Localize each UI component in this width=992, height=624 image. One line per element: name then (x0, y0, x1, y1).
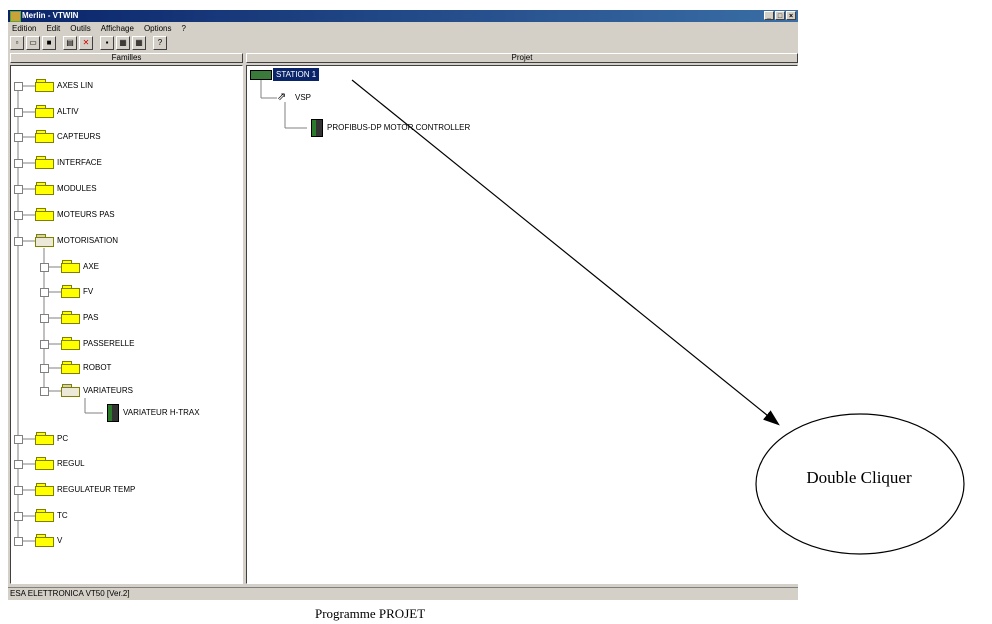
expander-toggle[interactable] (14, 537, 23, 546)
folder-icon (61, 260, 81, 273)
family-tree-pane[interactable]: AXES LIN ALTIV CAPTEURS INTERFACE MODULES MOT… (10, 65, 243, 584)
tree-item-label: VARIATEURS (83, 386, 133, 395)
view1-icon[interactable]: ▦ (116, 36, 130, 50)
new-file-icon[interactable]: ▫ (10, 36, 24, 50)
folder-icon (61, 311, 81, 324)
tree-item-label: MOTORISATION (57, 236, 119, 245)
folder-icon (35, 432, 55, 445)
station-icon (250, 70, 272, 80)
folder-icon (35, 509, 55, 522)
tree-item-label: REGUL (57, 459, 85, 468)
menu-outils[interactable]: Outils (70, 23, 90, 34)
tree-item-label: TC (57, 511, 68, 520)
motor-controller-icon (311, 119, 323, 137)
toolbar: ▫ ▭ ■ ▤ ✕ ▪ ▦ ▦ ? (10, 35, 167, 51)
network-link-icon: ⇗ (277, 91, 287, 103)
view2-icon[interactable]: ▦ (132, 36, 146, 50)
folder-icon (61, 361, 81, 374)
minimize-button[interactable]: _ (764, 11, 774, 20)
tree-item-label: AXE (83, 262, 100, 271)
folder-icon (35, 156, 55, 169)
menu-bar: Edition Edit Outils Affichage Options ? (8, 23, 186, 34)
floppy-icon[interactable]: ▪ (100, 36, 114, 50)
open-folder-icon[interactable]: ▭ (26, 36, 40, 50)
left-pane-header[interactable]: Familles (10, 53, 243, 63)
expander-toggle[interactable] (14, 486, 23, 495)
tree-item-label: REGULATEUR TEMP (57, 485, 136, 494)
folder-icon (35, 208, 55, 221)
menu-edition[interactable]: Edition (12, 23, 36, 34)
title-bar: Merlin - VTWIN _ □ × (8, 10, 798, 22)
project-root-node[interactable]: STATION 1 (273, 68, 320, 81)
help-icon[interactable]: ? (153, 36, 167, 50)
print-icon[interactable]: ▤ (63, 36, 77, 50)
folder-icon (35, 534, 55, 547)
right-pane-header[interactable]: Projet (246, 53, 798, 63)
expander-toggle[interactable] (40, 340, 49, 349)
application-window: Merlin - VTWIN _ □ × Edition Edit Outils… (8, 10, 798, 600)
expander-toggle[interactable] (14, 211, 23, 220)
module-icon (107, 404, 119, 422)
device-node-label[interactable]: PROFIBUS-DP MOTOR CONTROLLER (327, 123, 470, 132)
tree-item-label: MODULES (57, 184, 97, 193)
tree-item-label: ALTIV (57, 107, 79, 116)
folder-icon (61, 337, 81, 350)
open-folder-icon (35, 234, 55, 247)
expander-toggle[interactable] (40, 364, 49, 373)
delete-icon[interactable]: ✕ (79, 36, 93, 50)
expander-toggle[interactable] (14, 435, 23, 444)
tree-item-label: CAPTEURS (57, 132, 101, 141)
callout-text: Double Cliquer (806, 468, 912, 487)
tree-item-label: AXES LIN (57, 81, 94, 90)
tree-item-label: PAS (83, 313, 99, 322)
expander-toggle[interactable] (14, 82, 23, 91)
tree-item-label: FV (83, 287, 94, 296)
folder-icon (35, 105, 55, 118)
expander-toggle[interactable] (14, 460, 23, 469)
app-icon (10, 11, 21, 22)
expander-toggle[interactable] (14, 237, 23, 246)
folder-icon (35, 79, 55, 92)
folder-icon (35, 130, 55, 143)
open-folder-icon (61, 384, 81, 397)
menu-help[interactable]: ? (182, 23, 186, 34)
window-title: Merlin - VTWIN (22, 11, 79, 20)
folder-icon (61, 285, 81, 298)
tree-item-label: ROBOT (83, 363, 112, 372)
tree-item-label: MOTEURS PAS (57, 210, 115, 219)
figure-caption: Programme PROJET (315, 606, 426, 621)
folder-icon (35, 182, 55, 195)
close-button[interactable]: × (786, 11, 796, 20)
tree-item-label: INTERFACE (57, 158, 102, 167)
folder-icon (35, 457, 55, 470)
expander-toggle[interactable] (40, 314, 49, 323)
menu-options[interactable]: Options (144, 23, 172, 34)
expander-toggle[interactable] (14, 159, 23, 168)
expander-toggle[interactable] (40, 387, 49, 396)
maximize-button[interactable]: □ (775, 11, 785, 20)
expander-toggle[interactable] (14, 185, 23, 194)
tree-item-label: PASSERELLE (83, 339, 135, 348)
network-node-label[interactable]: VSP (295, 93, 311, 102)
tree-item-label: PC (57, 434, 69, 443)
status-bar: ESA ELETTRONICA VT50 [Ver.2] (8, 587, 798, 599)
folder-icon (35, 483, 55, 496)
expander-toggle[interactable] (14, 133, 23, 142)
expander-toggle[interactable] (40, 288, 49, 297)
tree-connector-lines (17, 85, 103, 542)
expander-toggle[interactable] (14, 512, 23, 521)
project-tree-lines (260, 78, 307, 129)
save-icon[interactable]: ■ (42, 36, 56, 50)
menu-edit[interactable]: Edit (46, 23, 60, 34)
expander-toggle[interactable] (14, 108, 23, 117)
project-tree-pane[interactable]: STATION 1 ⇗ VSP PROFIBUS-DP MOTOR CONTRO… (246, 65, 798, 584)
tree-item-label: VARIATEUR H-TRAX (123, 408, 200, 417)
tree-item-label: V (57, 536, 63, 545)
menu-affichage[interactable]: Affichage (101, 23, 134, 34)
expander-toggle[interactable] (40, 263, 49, 272)
